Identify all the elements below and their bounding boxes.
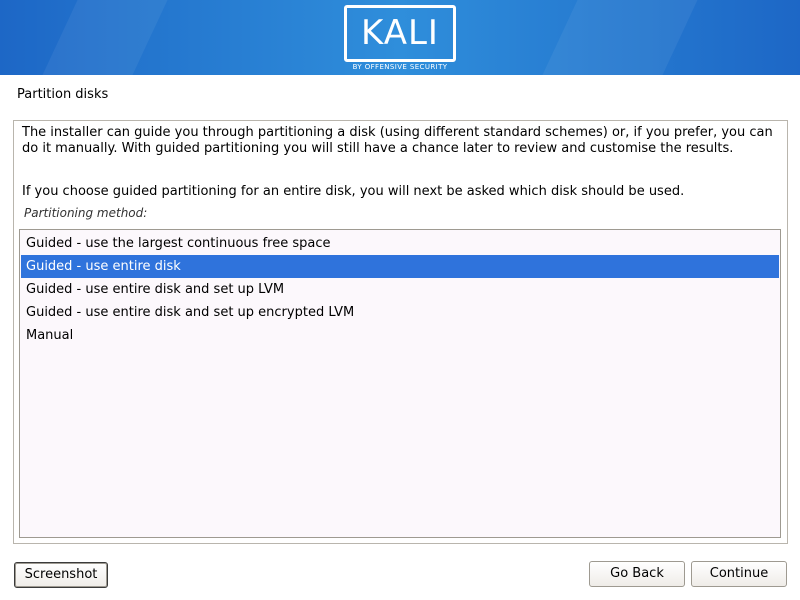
continue-button[interactable]: Continue [691,561,787,587]
go-back-button[interactable]: Go Back [589,561,685,587]
partitioning-method-label: Partitioning method: [24,206,148,220]
banner-decoration [42,0,168,75]
method-item-entire-disk-encrypted-lvm[interactable]: Guided - use entire disk and set up encr… [21,301,779,324]
method-item-entire-disk[interactable]: Guided - use entire disk [21,255,779,278]
screenshot-button[interactable]: Screenshot [14,562,108,588]
method-item-manual[interactable]: Manual [21,324,779,347]
method-item-entire-disk-lvm[interactable]: Guided - use entire disk and set up LVM [21,278,779,301]
kali-banner: KALI BY OFFENSIVE SECURITY [0,0,800,75]
method-item-largest-free-space[interactable]: Guided - use the largest continuous free… [21,232,779,255]
page-title: Partition disks [17,87,109,102]
logo-text: KALI [361,13,439,53]
banner-decoration [542,0,698,75]
logo-subtitle: BY OFFENSIVE SECURITY [352,63,448,71]
kali-logo: KALI [344,5,456,62]
partitioning-method-list[interactable]: Guided - use the largest continuous free… [19,229,781,538]
description-text-disk: If you choose guided partitioning for an… [22,184,685,199]
description-text: The installer can guide you through part… [22,125,773,156]
